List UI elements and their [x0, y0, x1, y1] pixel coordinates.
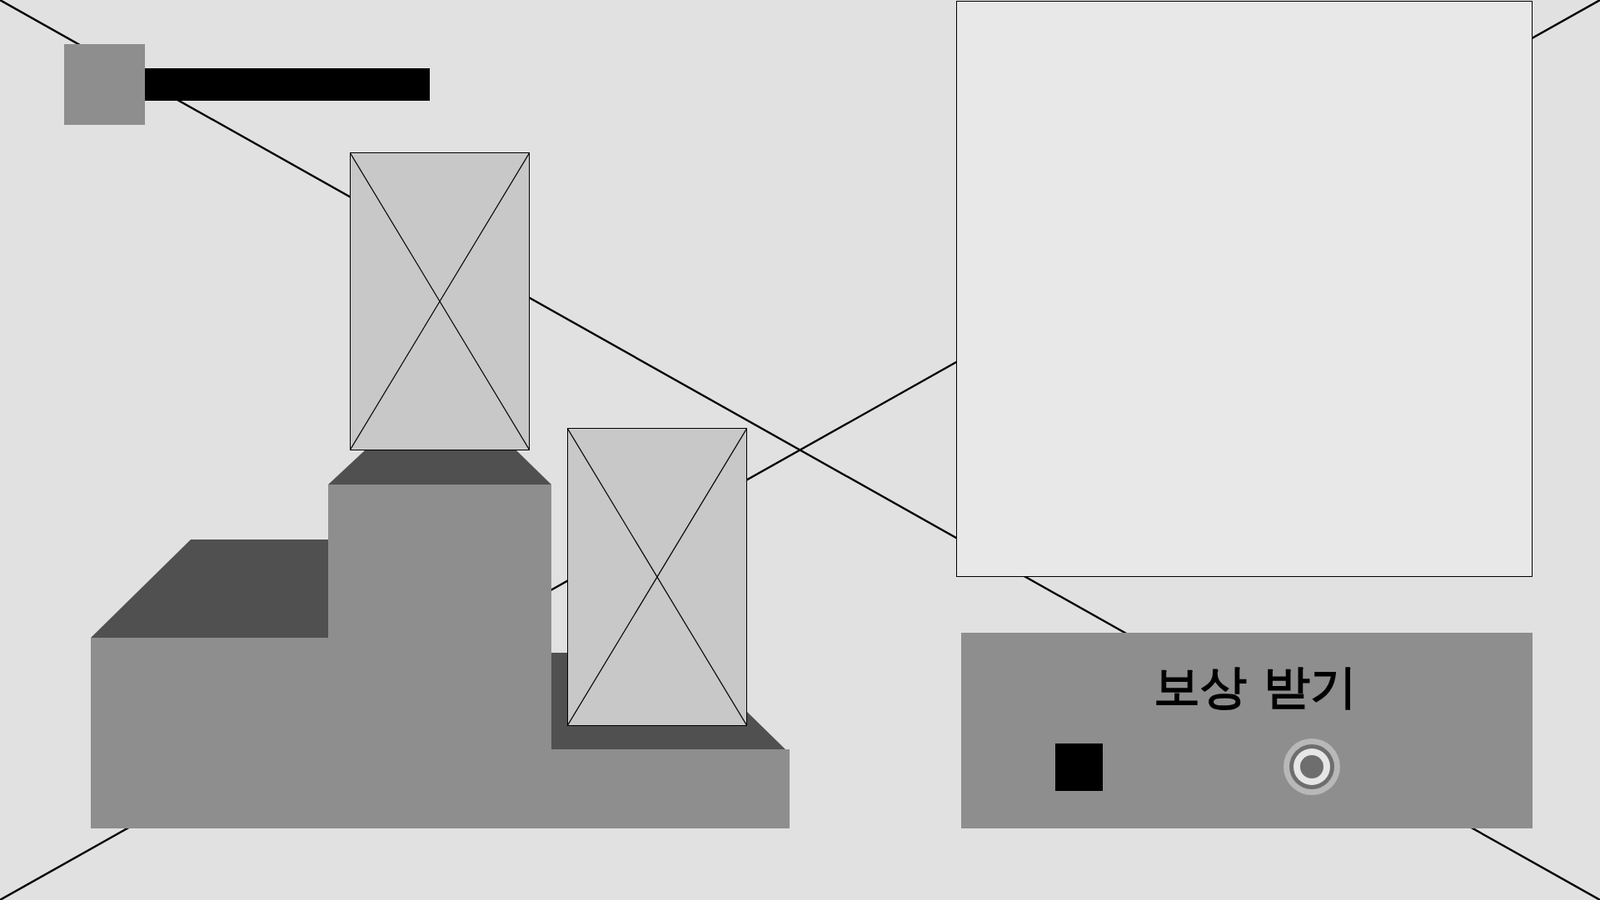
side-column: 보상 받기	[956, 0, 1533, 900]
reward-icons	[961, 737, 1533, 798]
character-placeholder	[567, 428, 748, 727]
reward-button[interactable]: 보상 받기	[961, 633, 1533, 829]
ring-icon	[1281, 737, 1342, 798]
reward-screen: 보상 받기	[0, 0, 1600, 900]
item-icon	[1055, 743, 1103, 792]
avatar-icon	[64, 44, 145, 125]
character-placeholder	[349, 152, 530, 451]
info-panel	[956, 0, 1533, 578]
reward-button-label: 보상 받기	[961, 657, 1533, 717]
podium-scene	[0, 0, 957, 900]
header	[64, 44, 430, 125]
title-bar	[144, 68, 430, 101]
